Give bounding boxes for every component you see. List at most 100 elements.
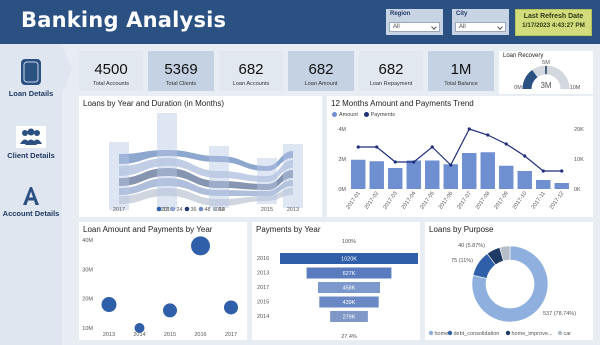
funnel-value-label: 627K xyxy=(343,271,356,277)
active-page-arrow xyxy=(62,44,72,94)
trend-x-label: 2017-02 xyxy=(364,191,380,211)
scatter-y-tick: 40M xyxy=(82,238,93,244)
trend-amount-bar xyxy=(462,153,477,189)
trend-payments-point xyxy=(504,142,508,146)
scatter-point xyxy=(101,297,117,313)
scatter-point xyxy=(191,236,210,256)
donut-legend-label: car xyxy=(564,331,572,337)
trend-payments-point xyxy=(541,169,545,173)
funnel-value-label: 458K xyxy=(343,286,356,292)
funnel-bottom-label: 27.4% xyxy=(341,334,357,340)
ribbon-chart: 2017 2016 2014 2015 201312 24 36 48 60 xyxy=(109,113,303,213)
city-slicer[interactable]: City All xyxy=(452,9,509,35)
refresh-date-card: Last Refresh Date 1/17/2023 4:43:27 PM xyxy=(515,9,592,36)
nav-client-details[interactable]: Client Details xyxy=(0,126,62,160)
trend-amount-bar xyxy=(554,183,569,189)
kpi-loan-repayment: 682 Loan Repayment xyxy=(359,51,423,91)
scatter-y-tick: 10M xyxy=(82,326,93,332)
kpi-total-balance: 1M Total Balance xyxy=(428,51,494,91)
kpi-value: 682 xyxy=(308,61,334,78)
kpi-value: 5369 xyxy=(164,61,198,78)
nav-label: Loan Details xyxy=(8,89,54,98)
trend-y-right-tick: 20K xyxy=(574,127,584,133)
kpi-value: 4500 xyxy=(94,61,128,78)
nav-account-details[interactable]: Account Details xyxy=(0,186,62,218)
trend-x-label: 2017-09 xyxy=(493,191,509,211)
ribbon-x-label: 2017 xyxy=(113,207,125,213)
trend-payments-point xyxy=(523,154,527,158)
scatter-point xyxy=(163,303,177,318)
trend-x-label: 2017-08 xyxy=(475,191,491,211)
trend-payments-line xyxy=(358,128,562,172)
ribbon-x-label: 2013 xyxy=(287,207,299,213)
scatter-x-label: 2016 xyxy=(194,332,206,338)
funnel-year-label: 2016 xyxy=(257,256,269,262)
kpi-label: Total Balance xyxy=(444,81,478,87)
document-icon xyxy=(21,59,41,85)
scatter-x-label: 2017 xyxy=(225,332,237,338)
trend-amount-bar xyxy=(388,168,403,189)
header-bar: Banking Analysis Region All City All Las… xyxy=(0,0,600,44)
kpi-value: 682 xyxy=(378,61,404,78)
donut-legend-dot xyxy=(447,330,453,336)
ribbon-legend-dot xyxy=(170,206,176,212)
trend-x-label: 2017-01 xyxy=(345,191,361,211)
nav-label: Client Details xyxy=(7,151,55,160)
scatter-chart-panel: Loan Amount and Payments by Year 40M 30M 2… xyxy=(79,222,247,340)
ribbon-column xyxy=(157,113,177,209)
donut-legend-label: home xyxy=(435,331,449,337)
ribbon-legend-label: 12 xyxy=(163,207,169,213)
trend-chart-panel: 12 Months Amount and Payments Trend Amou… xyxy=(327,96,593,217)
funnel-chart-panel: Payments by Year 100% 2016 1020K 2013 627K 20… xyxy=(252,222,420,340)
trend-amount-bar xyxy=(480,152,495,189)
ribbon-column xyxy=(283,144,303,208)
ribbon-legend-dot xyxy=(212,206,218,212)
scatter-chart: 40M 30M 20M 10M 2013 2014 2015 2016 2017 xyxy=(82,236,238,338)
ribbon-legend-label: 60 xyxy=(219,207,225,213)
donut-chart: 40 (5.87%) 75 (11%) 537 (78.74%) home debt_c… xyxy=(428,243,576,337)
trend-amount-bar xyxy=(517,171,532,189)
gauge-chart: 5M 3M 0M 10M xyxy=(514,60,581,91)
scatter-x-label: 2015 xyxy=(164,332,176,338)
scatter-x-label: 2014 xyxy=(133,332,145,338)
kpi-total-clients: 5369 Total Clients xyxy=(148,51,214,91)
gauge-target-label: 5M xyxy=(542,60,550,66)
ribbon-legend-dot xyxy=(184,206,190,212)
funnel-year-label: 2015 xyxy=(257,300,269,306)
trend-amount-bar xyxy=(351,159,366,189)
donut-legend-label: debt_consolidation xyxy=(454,331,500,337)
trend-x-label: 2017-12 xyxy=(549,191,565,211)
kpi-label: Loan Repayment xyxy=(369,81,413,87)
ribbon-column xyxy=(257,158,277,204)
region-dropdown[interactable]: All xyxy=(389,22,440,32)
refresh-label: Last Refresh Date xyxy=(523,13,584,20)
ribbon-column xyxy=(209,146,229,208)
page-title: Banking Analysis xyxy=(21,8,227,32)
donut-legend-dot xyxy=(505,330,511,336)
nav-loan-details[interactable]: Loan Details xyxy=(0,58,62,98)
trend-x-label: 2017-06 xyxy=(438,191,454,211)
gauge-min-label: 0M xyxy=(514,85,522,91)
donut-legend-label: home_improve... xyxy=(512,331,553,337)
nav-label: Account Details xyxy=(2,209,60,218)
donut-legend-dot xyxy=(557,330,563,336)
trend-x-label: 2017-05 xyxy=(419,191,435,211)
city-dropdown[interactable]: All xyxy=(455,22,506,32)
donut-data-label: 40 (5.87%) xyxy=(458,243,485,249)
trend-y-right-tick: 10K xyxy=(574,157,584,163)
trend-x-label: 2017-03 xyxy=(382,191,398,211)
region-label: Region xyxy=(390,11,411,17)
funnel-year-label: 2013 xyxy=(257,271,269,277)
kpi-label: Total Accounts xyxy=(92,81,130,87)
kpi-value: 1M xyxy=(450,61,472,78)
ribbon-chart-panel: Loans by Year and Duration (in Months) 2… xyxy=(79,96,322,217)
trend-amount-bar xyxy=(406,160,421,189)
trend-y-left-tick: 4M xyxy=(338,127,346,133)
funnel-year-label: 2017 xyxy=(257,285,269,291)
funnel-value-label: 279K xyxy=(343,315,356,321)
kpi-loan-accounts: 682 Loan Accounts xyxy=(219,51,283,91)
region-slicer[interactable]: Region All xyxy=(386,9,443,35)
trend-x-label: 2017-07 xyxy=(456,191,472,211)
kpi-label: Loan Amount xyxy=(304,81,338,87)
donut-chart-panel: Loans by Purpose 40 (5.87%) 75 (11%) 537 (… xyxy=(425,222,593,340)
